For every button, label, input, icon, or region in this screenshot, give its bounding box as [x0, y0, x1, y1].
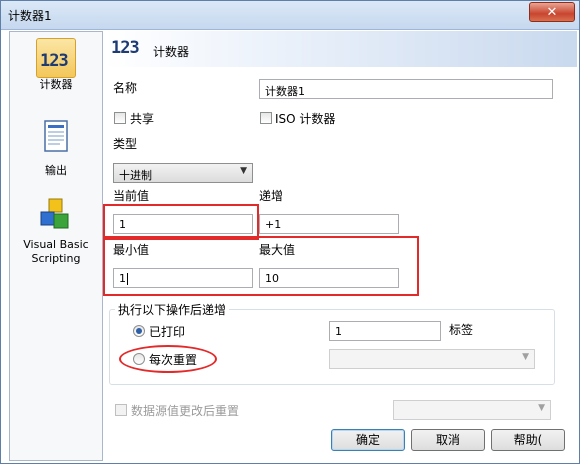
- increment-input[interactable]: +1: [259, 214, 399, 234]
- current-value-label: 当前值: [113, 189, 150, 203]
- sidebar-item-label: 输出: [45, 164, 67, 177]
- group-title: 执行以下操作后递增: [115, 301, 230, 318]
- shared-label: 共享: [130, 112, 155, 126]
- ok-button[interactable]: 确定: [331, 429, 405, 451]
- sidebar-item-label: Visual Basic Scripting: [23, 238, 89, 265]
- chevron-down-icon: ▼: [538, 403, 545, 413]
- close-button[interactable]: ✕: [529, 2, 575, 22]
- annotation-reset-ellipse: [119, 345, 217, 373]
- sidebar: 123 计数器 输出 Visual Basic Scripting: [9, 31, 103, 461]
- annotation-current-value-box: [103, 204, 259, 240]
- iso-counter-checkbox[interactable]: [260, 112, 272, 124]
- sidebar-item-vbscript[interactable]: Visual Basic Scripting: [10, 196, 102, 266]
- printed-radio[interactable]: [133, 325, 145, 337]
- chevron-down-icon: ▼: [240, 166, 247, 176]
- counter-123-icon: 123: [36, 38, 76, 78]
- datasource-reset-label: 数据源值更改后重置: [131, 404, 240, 418]
- type-label: 类型: [113, 137, 138, 151]
- printed-label: 已打印: [149, 325, 186, 339]
- panel-title: 计数器: [153, 45, 190, 59]
- printed-count-input[interactable]: 1: [329, 321, 441, 341]
- window-title: 计数器1: [8, 9, 52, 23]
- sidebar-item-output[interactable]: 输出: [10, 118, 102, 178]
- type-select-value: 十进制: [119, 169, 152, 182]
- title-bar[interactable]: 计数器1 ✕: [1, 1, 579, 30]
- counter-123-icon: 123: [111, 38, 140, 58]
- increment-label: 递增: [259, 189, 284, 203]
- name-input[interactable]: 计数器1: [259, 79, 553, 99]
- output-document-icon: [36, 118, 76, 158]
- cancel-button[interactable]: 取消: [411, 429, 485, 451]
- tag-label: 标签: [449, 323, 474, 337]
- datasource-select[interactable]: ▼: [393, 400, 551, 420]
- sidebar-item-label: 计数器: [39, 78, 73, 91]
- help-button[interactable]: 帮助(: [491, 429, 565, 451]
- reset-option-select[interactable]: ▼: [329, 349, 535, 369]
- shared-checkbox[interactable]: [114, 112, 126, 124]
- svg-text:123: 123: [40, 51, 68, 71]
- datasource-reset-checkbox[interactable]: [115, 404, 127, 416]
- radio-selected-dot: [136, 328, 142, 334]
- counter-dialog: 计数器1 ✕ 123 计数器 输出 Visual Basic Scripting…: [0, 0, 580, 464]
- name-label: 名称: [113, 81, 138, 95]
- panel-header: 123 计数器: [105, 31, 577, 67]
- sidebar-item-counter[interactable]: 123 计数器: [10, 38, 102, 92]
- iso-counter-label: ISO 计数器: [275, 112, 336, 126]
- chevron-down-icon: ▼: [522, 352, 529, 362]
- vb-blocks-icon: [36, 196, 76, 236]
- annotation-min-max-box: [103, 236, 419, 296]
- type-select[interactable]: 十进制 ▼: [113, 163, 253, 183]
